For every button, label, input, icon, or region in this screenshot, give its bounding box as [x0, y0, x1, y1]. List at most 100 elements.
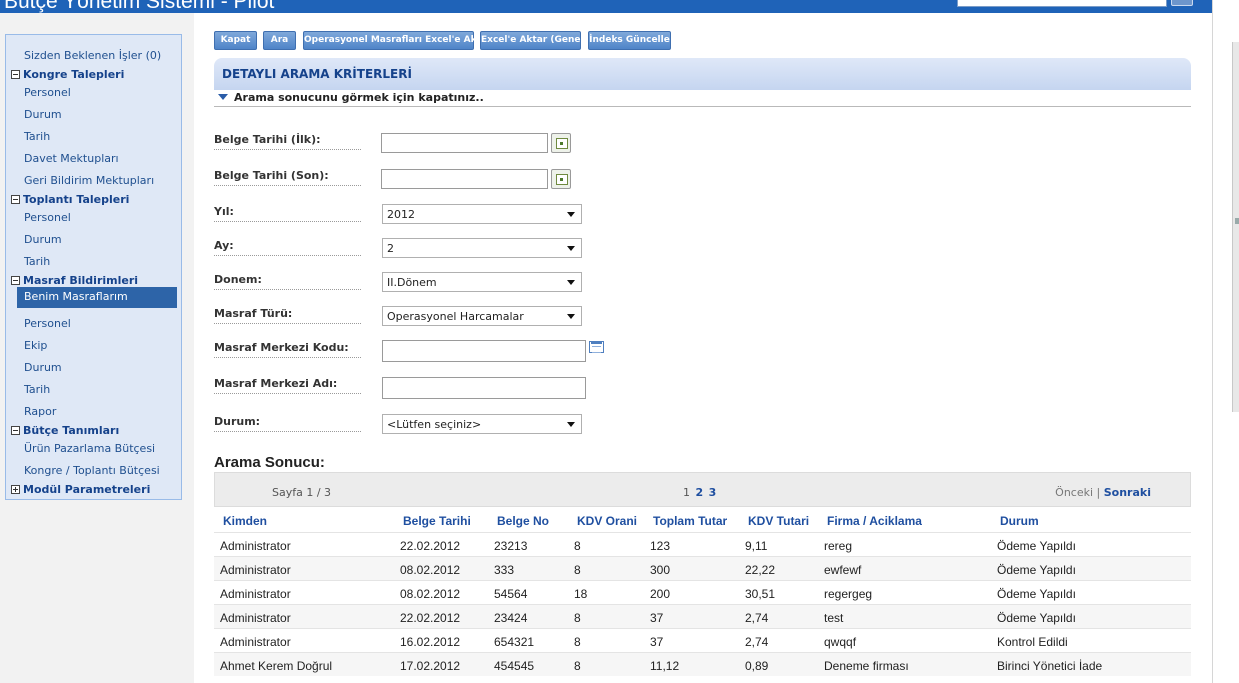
tree-minus-icon[interactable] [11, 195, 20, 204]
prev-page-link[interactable]: Önceki [1055, 486, 1093, 499]
cell-kdv-tutari: 22,22 [745, 563, 776, 577]
cell-toplam-tutar: 11,12 [650, 659, 680, 673]
sidebar-group-modul[interactable]: Modül Parametreleri [11, 483, 150, 496]
cell-durum: Ödeme Yapıldı [997, 611, 1076, 625]
tree-minus-icon[interactable] [11, 70, 20, 79]
tree-plus-icon[interactable] [11, 485, 20, 494]
cell-belge-no: 333 [494, 563, 515, 577]
page-link-1[interactable]: 1 [683, 486, 690, 499]
sidebar-group-toplanti[interactable]: Toplantı Talepleri [11, 193, 129, 206]
sidebar-item-pending[interactable]: Sizden Beklenen İşler (0) [24, 49, 161, 62]
cell-belge-tarihi: 16.02.2012 [400, 635, 461, 649]
sidebar-item-kongre-durum[interactable]: Durum [24, 108, 62, 121]
close-button[interactable]: Kapat [214, 31, 257, 50]
tree-minus-icon[interactable] [11, 426, 20, 435]
sidebar-item-kongre-tarih[interactable]: Tarih [24, 130, 50, 143]
cell-kdv-orani: 8 [574, 635, 581, 649]
sidebar-group-butce[interactable]: Bütçe Tanımları [11, 424, 119, 437]
scrollbar-thumb[interactable] [1232, 42, 1239, 412]
cell-kdv-orani: 8 [574, 563, 581, 577]
sidebar-item-geri-bildirim[interactable]: Geri Bildirim Mektupları [24, 174, 154, 187]
vertical-scrollbar[interactable] [1212, 0, 1239, 683]
scrollbar-grip-icon [1235, 218, 1239, 224]
sidebar-item-masraf-ekip[interactable]: Ekip [24, 339, 47, 352]
cell-belge-tarihi: 08.02.2012 [400, 563, 461, 577]
sidebar-item-urun-pazarlama[interactable]: Ürün Pazarlama Bütçesi [24, 442, 155, 455]
chevron-down-icon [567, 280, 575, 285]
table-row[interactable]: Administrator 16.02.2012 654321 8 37 2,74 qwqq… [214, 628, 1191, 652]
sidebar-item-kongre-toplanti-butcesi[interactable]: Kongre / Toplantı Bütçesi [24, 464, 160, 477]
sidebar-item-masraf-tarih[interactable]: Tarih [24, 383, 50, 396]
cell-belge-tarihi: 17.02.2012 [400, 659, 461, 673]
page-links: 1 2 3 [683, 486, 716, 499]
sidebar-item-kongre-personel[interactable]: Personel [24, 86, 71, 99]
sidebar-item-masraf-durum[interactable]: Durum [24, 361, 62, 374]
update-index-button[interactable]: İndeks Güncelle [588, 31, 671, 50]
label-masraf-merkezi-kodu: Masraf Merkezi Kodu: [214, 341, 361, 358]
yil-select[interactable]: 2012 [382, 204, 582, 224]
export-operational-excel-button[interactable]: Operasyonel Masrafları Excel'e Aktar [303, 31, 491, 50]
lookup-list-icon[interactable] [589, 341, 604, 353]
page-link-2[interactable]: 2 [696, 486, 704, 499]
cell-belge-no: 23424 [494, 611, 528, 625]
triangle-down-icon[interactable] [218, 94, 228, 100]
belge-tarihi-ilk-input[interactable] [381, 133, 548, 153]
pager-separator: | [1096, 486, 1101, 499]
cell-kimden: Administrator [220, 587, 291, 601]
sidebar-item-toplanti-tarih[interactable]: Tarih [24, 255, 50, 268]
cell-belge-no: 54564 [494, 587, 528, 601]
cell-kdv-orani: 8 [574, 659, 581, 673]
cell-durum: Kontrol Edildi [997, 635, 1068, 649]
sidebar-item-benim-masraflarim[interactable]: Benim Masraflarım [17, 287, 177, 308]
belge-tarihi-son-input[interactable] [381, 169, 548, 189]
col-toplam-tutar[interactable]: Toplam Tutar [653, 514, 727, 528]
cell-kdv-tutari: 2,74 [745, 611, 769, 625]
col-belge-tarihi[interactable]: Belge Tarihi [403, 514, 471, 528]
cell-toplam-tutar: 123 [650, 539, 671, 553]
sidebar-item-davet-mektuplari[interactable]: Davet Mektupları [24, 152, 119, 165]
table-row[interactable]: Administrator 22.02.2012 23424 8 37 2,74 test Ö… [214, 604, 1191, 628]
table-row[interactable]: Administrator 08.02.2012 54564 18 200 30,51 re… [214, 580, 1191, 604]
export-excel-general-button[interactable]: Excel'e Aktar (Genel) [480, 31, 588, 50]
ay-select[interactable]: 2 [382, 238, 582, 258]
cell-toplam-tutar: 200 [650, 587, 671, 601]
tree-minus-icon[interactable] [11, 276, 20, 285]
durum-select[interactable]: <Lütfen seçiniz> [382, 414, 582, 434]
masraf-merkezi-kodu-input[interactable] [382, 340, 586, 362]
search-button[interactable] [1171, 0, 1193, 6]
next-page-link[interactable]: Sonraki [1104, 486, 1151, 499]
cell-durum: Ödeme Yapıldı [997, 563, 1076, 577]
cell-firma: rereg [824, 539, 853, 553]
sidebar-item-toplanti-personel[interactable]: Personel [24, 211, 71, 224]
masraf-merkezi-adi-input[interactable] [382, 377, 586, 399]
sidebar-item-masraf-personel[interactable]: Personel [24, 317, 71, 330]
table-row[interactable]: Administrator 22.02.2012 23213 8 123 9,11 rere… [214, 532, 1191, 556]
app-title: Bütçe Yönetim Sistemi - Pilot [4, 0, 275, 13]
col-firma-aciklama[interactable]: Firma / Aciklama [827, 514, 922, 528]
masraf-turu-select[interactable]: Operasyonel Harcamalar [382, 306, 582, 326]
chevron-down-icon [567, 314, 575, 319]
col-kimden[interactable]: Kimden [223, 514, 267, 528]
global-search-input[interactable] [957, 0, 1167, 7]
calendar-icon[interactable] [551, 169, 571, 189]
col-belge-no[interactable]: Belge No [497, 514, 549, 528]
sidebar-item-toplanti-durum[interactable]: Durum [24, 233, 62, 246]
cell-kimden: Administrator [220, 563, 291, 577]
search-button[interactable]: Ara [263, 31, 296, 50]
table-row[interactable]: Administrator 08.02.2012 333 8 300 22,22 ewfew… [214, 556, 1191, 580]
cell-kimden: Ahmet Kerem Doğrul [220, 659, 333, 673]
calendar-icon[interactable] [551, 133, 571, 153]
sidebar-nav: Sizden Beklenen İşler (0) Kongre Taleple… [5, 34, 182, 500]
sidebar-group-kongre[interactable]: Kongre Talepleri [11, 68, 124, 81]
sidebar-group-masraf[interactable]: Masraf Bildirimleri [11, 274, 138, 287]
results-pager: Sayfa 1 / 3 1 2 3 Önceki | Sonraki [214, 472, 1191, 507]
col-kdv-tutari[interactable]: KDV Tutari [748, 514, 809, 528]
cell-firma: Deneme firması [824, 659, 909, 673]
donem-select[interactable]: II.Dönem [382, 272, 582, 292]
table-row[interactable]: Ahmet Kerem Doğrul 17.02.2012 454545 8 11,12… [214, 652, 1191, 676]
criteria-collapse-toggle[interactable]: Arama sonucunu görmek için kapatınız.. [214, 91, 1191, 107]
col-kdv-orani[interactable]: KDV Orani [577, 514, 637, 528]
col-durum[interactable]: Durum [1000, 514, 1039, 528]
sidebar-item-masraf-rapor[interactable]: Rapor [24, 405, 56, 418]
page-link-3[interactable]: 3 [709, 486, 717, 499]
